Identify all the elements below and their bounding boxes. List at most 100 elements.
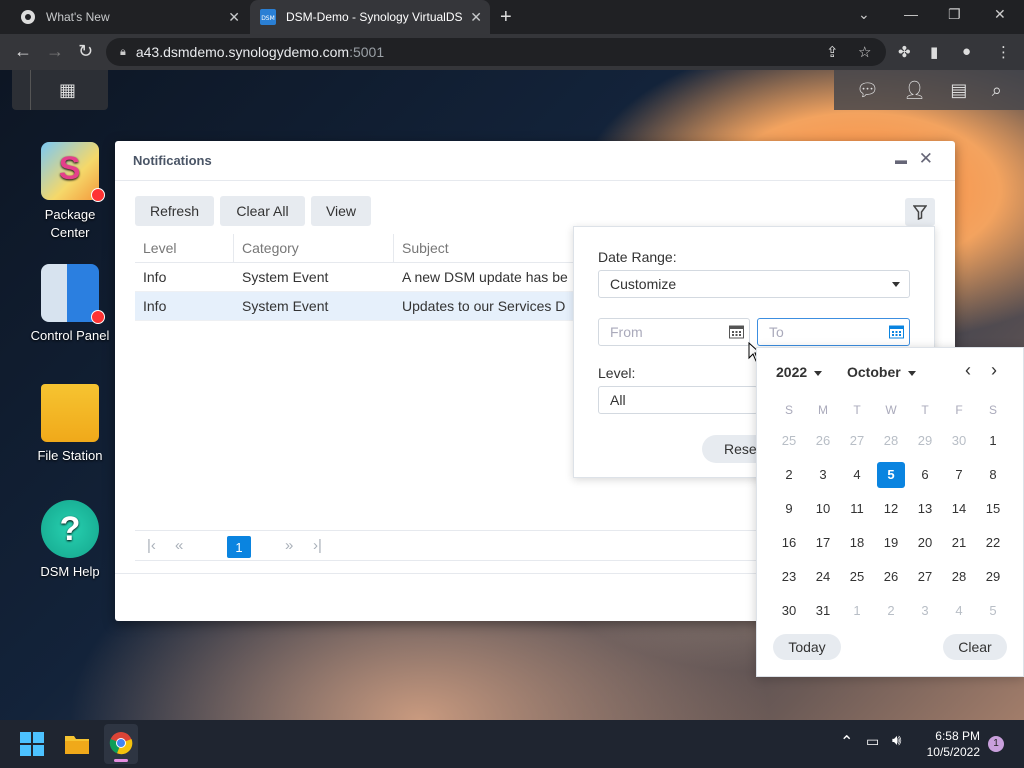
- page-number-current[interactable]: 1: [227, 536, 251, 558]
- close-window-icon[interactable]: ✕: [994, 6, 1006, 23]
- calendar-day[interactable]: 26: [877, 564, 905, 590]
- network-icon[interactable]: ▭: [866, 733, 879, 750]
- new-tab-icon[interactable]: +: [500, 6, 512, 29]
- desktop-icon-package-center[interactable]: S Package Center: [20, 142, 120, 242]
- next-page-icon[interactable]: »: [285, 537, 293, 554]
- minimize-icon[interactable]: —: [904, 6, 918, 22]
- calendar-day[interactable]: 21: [945, 530, 973, 556]
- notification-count-badge[interactable]: 1: [988, 736, 1004, 752]
- calendar-day[interactable]: 2: [775, 462, 803, 488]
- search-icon[interactable]: ⌕: [992, 80, 1002, 101]
- calendar-day[interactable]: 9: [775, 496, 803, 522]
- close-tab-icon[interactable]: ✕: [470, 9, 482, 26]
- calendar-day[interactable]: 22: [979, 530, 1007, 556]
- side-panel-icon[interactable]: ▮: [930, 43, 938, 61]
- tab-search-icon[interactable]: ⌄: [858, 6, 870, 23]
- browser-tab-whats-new[interactable]: What's New ✕: [8, 0, 248, 34]
- close-icon[interactable]: ✕: [919, 149, 933, 169]
- calendar-day[interactable]: 29: [979, 564, 1007, 590]
- month-select[interactable]: October: [847, 364, 916, 380]
- column-header-level[interactable]: Level: [135, 234, 234, 262]
- calendar-day[interactable]: 10: [809, 496, 837, 522]
- prev-page-icon[interactable]: «: [175, 537, 183, 554]
- calendar-day[interactable]: 7: [945, 462, 973, 488]
- calendar-day[interactable]: 11: [843, 496, 871, 522]
- close-tab-icon[interactable]: ✕: [228, 9, 240, 26]
- system-clock[interactable]: 6:58 PM 10/5/2022: [918, 728, 980, 760]
- forward-icon[interactable]: →: [46, 41, 64, 62]
- calendar-day[interactable]: 4: [843, 462, 871, 488]
- bookmark-star-icon[interactable]: ☆: [858, 43, 871, 61]
- calendar-day[interactable]: 30: [945, 428, 973, 454]
- prev-month-icon[interactable]: ‹: [965, 360, 971, 381]
- desktop-icon-control-panel[interactable]: Control Panel: [20, 264, 120, 343]
- calendar-day[interactable]: 17: [809, 530, 837, 556]
- calendar-day[interactable]: 28: [877, 428, 905, 454]
- refresh-button[interactable]: Refresh: [135, 196, 214, 226]
- calendar-day[interactable]: 15: [979, 496, 1007, 522]
- chat-icon[interactable]: 💬︎: [856, 80, 879, 101]
- menu-kebab-icon[interactable]: ⋮: [996, 43, 1011, 61]
- main-menu-grid-icon[interactable]: ▦: [59, 80, 76, 101]
- calendar-day[interactable]: 29: [911, 428, 939, 454]
- calendar-day[interactable]: 1: [843, 598, 871, 624]
- today-button[interactable]: Today: [773, 634, 841, 660]
- calendar-day[interactable]: 5: [877, 462, 905, 488]
- to-date-field[interactable]: To: [757, 318, 910, 346]
- calendar-day[interactable]: 5: [979, 598, 1007, 624]
- windows-start-icon[interactable]: [20, 732, 44, 756]
- view-button[interactable]: View: [311, 196, 371, 226]
- widgets-icon[interactable]: ▤: [950, 80, 967, 101]
- calendar-day[interactable]: 27: [911, 564, 939, 590]
- year-select[interactable]: 2022: [776, 364, 823, 380]
- calendar-day[interactable]: 25: [775, 428, 803, 454]
- column-header-category[interactable]: Category: [234, 234, 394, 262]
- calendar-day[interactable]: 2: [877, 598, 905, 624]
- calendar-day[interactable]: 20: [911, 530, 939, 556]
- calendar-day[interactable]: 1: [979, 428, 1007, 454]
- calendar-day[interactable]: 19: [877, 530, 905, 556]
- calendar-icon[interactable]: [729, 325, 744, 339]
- calendar-icon[interactable]: [889, 325, 904, 339]
- calendar-day[interactable]: 6: [911, 462, 939, 488]
- level-select[interactable]: All: [598, 386, 758, 414]
- browser-tab-dsm-demo[interactable]: DSM DSM-Demo - Synology VirtualDS ✕: [250, 0, 490, 34]
- chevron-up-icon[interactable]: ⌃: [840, 732, 853, 752]
- address-bar[interactable]: 🔒︎ a43.dsmdemo.synologydemo.com:5001: [106, 38, 886, 66]
- share-icon[interactable]: ⇪: [826, 43, 839, 61]
- calendar-day[interactable]: 18: [843, 530, 871, 556]
- from-date-field[interactable]: From: [598, 318, 750, 346]
- date-range-select[interactable]: Customize: [598, 270, 910, 298]
- maximize-icon[interactable]: ▬: [895, 153, 907, 167]
- calendar-day[interactable]: 3: [911, 598, 939, 624]
- calendar-day[interactable]: 28: [945, 564, 973, 590]
- user-icon[interactable]: 👤︎: [903, 80, 926, 101]
- calendar-day[interactable]: 8: [979, 462, 1007, 488]
- first-page-icon[interactable]: |‹: [147, 537, 156, 554]
- calendar-day[interactable]: 26: [809, 428, 837, 454]
- chrome-taskbar-button[interactable]: [104, 724, 138, 764]
- clear-button[interactable]: Clear: [943, 634, 1007, 660]
- next-month-icon[interactable]: ›: [991, 360, 997, 381]
- clear-all-button[interactable]: Clear All: [220, 196, 305, 226]
- calendar-day[interactable]: 14: [945, 496, 973, 522]
- calendar-day[interactable]: 12: [877, 496, 905, 522]
- calendar-day[interactable]: 25: [843, 564, 871, 590]
- reload-icon[interactable]: ↻: [78, 41, 93, 62]
- calendar-day[interactable]: 31: [809, 598, 837, 624]
- restore-icon[interactable]: ❐: [948, 6, 961, 23]
- calendar-day[interactable]: 30: [775, 598, 803, 624]
- back-icon[interactable]: ←: [14, 41, 32, 62]
- calendar-day[interactable]: 13: [911, 496, 939, 522]
- file-explorer-icon[interactable]: [64, 732, 90, 756]
- last-page-icon[interactable]: ›|: [313, 537, 322, 554]
- calendar-day[interactable]: 3: [809, 462, 837, 488]
- extensions-icon[interactable]: ✤: [898, 43, 911, 61]
- filter-button[interactable]: [905, 198, 935, 226]
- calendar-day[interactable]: 16: [775, 530, 803, 556]
- calendar-day[interactable]: 24: [809, 564, 837, 590]
- calendar-day[interactable]: 27: [843, 428, 871, 454]
- profile-icon[interactable]: ●: [962, 43, 971, 60]
- desktop-icon-file-station[interactable]: File Station: [20, 384, 120, 463]
- volume-icon[interactable]: 🔊︎: [892, 732, 901, 749]
